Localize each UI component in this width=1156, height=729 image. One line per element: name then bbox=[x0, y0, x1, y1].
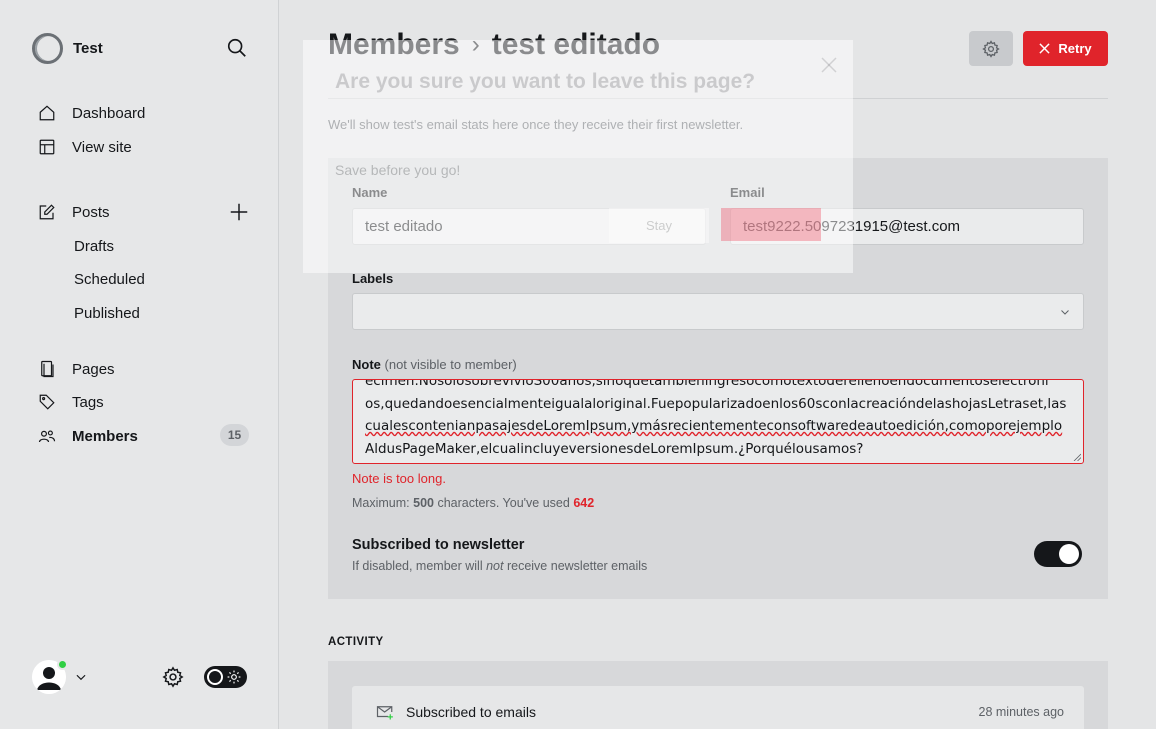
pencil-square-icon bbox=[39, 204, 55, 220]
sidebar-item-posts[interactable]: Posts bbox=[38, 199, 110, 225]
sidebar-item-label: Tags bbox=[72, 393, 104, 411]
online-status-dot bbox=[57, 659, 68, 670]
tag-icon bbox=[39, 394, 55, 410]
layout-icon bbox=[39, 139, 55, 155]
plus-icon[interactable] bbox=[228, 201, 250, 223]
resize-handle-icon[interactable] bbox=[1073, 453, 1081, 461]
sidebar-item-scheduled[interactable]: Scheduled bbox=[74, 267, 145, 291]
leave-page-modal: Are you sure you want to leave this page… bbox=[303, 40, 853, 273]
sidebar-item-label: View site bbox=[72, 138, 132, 156]
mail-plus-icon bbox=[376, 706, 393, 720]
gear-icon bbox=[982, 39, 1000, 58]
gear-icon[interactable] bbox=[162, 666, 184, 688]
note-label: Note (not visible to member) bbox=[352, 357, 517, 372]
sidebar-item-label: Members bbox=[72, 427, 138, 445]
sidebar-item-view-site[interactable]: View site bbox=[38, 134, 132, 160]
sidebar-item-tags[interactable]: Tags bbox=[38, 389, 104, 415]
note-textarea[interactable]: ecimen.NosolosobrevivióS00años,sinoqueta… bbox=[352, 379, 1084, 464]
sidebar-item-drafts[interactable]: Drafts bbox=[74, 234, 114, 258]
dark-mode-toggle[interactable] bbox=[204, 666, 247, 688]
newsletter-description: If disabled, member will not receive new… bbox=[352, 559, 647, 573]
pages-icon bbox=[41, 360, 54, 378]
chars-used: 642 bbox=[573, 496, 595, 510]
members-count-badge: 15 bbox=[220, 424, 249, 446]
sidebar-item-dashboard[interactable]: Dashboard bbox=[38, 100, 145, 126]
activity-time: 28 minutes ago bbox=[978, 705, 1064, 719]
sidebar-item-label: Posts bbox=[72, 203, 110, 221]
modal-title: Are you sure you want to leave this page… bbox=[335, 70, 756, 93]
sidebar-footer bbox=[32, 658, 252, 698]
retry-label: Retry bbox=[1058, 41, 1092, 56]
newsletter-toggle[interactable] bbox=[1034, 541, 1082, 567]
newsletter-title: Subscribed to newsletter bbox=[352, 537, 525, 553]
activity-label: Subscribed to emails bbox=[406, 704, 536, 720]
users-icon bbox=[38, 430, 56, 443]
note-hint: (not visible to member) bbox=[384, 357, 517, 372]
close-icon bbox=[1039, 43, 1050, 54]
max-mid: characters. You've used bbox=[437, 496, 570, 510]
site-logo bbox=[32, 33, 63, 64]
toggle-knob bbox=[207, 669, 223, 685]
sidebar-item-members[interactable]: Members bbox=[38, 423, 138, 449]
note-line: cualescontenianpasajesdeLoremIpsum,ymásr… bbox=[365, 418, 1063, 434]
modal-body: Save before you go! bbox=[335, 162, 461, 178]
sun-icon bbox=[227, 670, 241, 684]
activity-item: Subscribed to emails 28 minutes ago bbox=[352, 686, 1084, 729]
member-settings-button[interactable] bbox=[969, 31, 1013, 66]
newsletter-desc-post: receive newsletter emails bbox=[506, 559, 648, 573]
note-line: ecimen.NosolosobrevivióS00años,sinoqueta… bbox=[365, 379, 1049, 389]
home-icon bbox=[39, 105, 55, 121]
sidebar: Test Dashboard View site Posts Drafts Sc… bbox=[0, 0, 279, 729]
sidebar-item-label: Dashboard bbox=[72, 104, 146, 122]
newsletter-desc-pre: If disabled, member will bbox=[352, 559, 483, 573]
activity-heading: ACTIVITY bbox=[328, 636, 384, 648]
note-error: Note is too long. bbox=[352, 471, 446, 486]
retry-button[interactable]: Retry bbox=[1023, 31, 1108, 66]
close-icon[interactable] bbox=[820, 56, 838, 74]
sidebar-item-label: Pages bbox=[72, 360, 115, 378]
note-line: os,quedandoesencialmenteigualaloriginal.… bbox=[365, 395, 1067, 412]
max-limit: 500 bbox=[413, 496, 434, 510]
note-line: AldusPageMaker,elcualincluyeversionesdeL… bbox=[365, 440, 864, 457]
activity-card: Subscribed to emails 28 minutes ago bbox=[328, 661, 1108, 729]
note-label-text: Note bbox=[352, 357, 381, 372]
toggle-knob bbox=[1059, 544, 1079, 564]
labels-select[interactable] bbox=[352, 293, 1084, 330]
labels-label: Labels bbox=[352, 271, 394, 286]
brand[interactable]: Test bbox=[32, 33, 103, 64]
chevron-down-icon bbox=[1061, 310, 1069, 315]
stay-button[interactable]: Stay bbox=[609, 208, 709, 243]
sidebar-item-published[interactable]: Published bbox=[74, 301, 140, 325]
chevron-down-icon[interactable] bbox=[74, 670, 88, 684]
leave-button[interactable] bbox=[721, 208, 821, 241]
note-character-count: Maximum: 500 characters. You've used 642 bbox=[352, 496, 594, 510]
note-text: ecimen.NosolosobrevivióS00años,sinoqueta… bbox=[365, 379, 1075, 460]
newsletter-desc-em: not bbox=[486, 559, 504, 573]
site-name: Test bbox=[73, 40, 103, 57]
max-prefix: Maximum: bbox=[352, 496, 410, 510]
sidebar-item-pages[interactable]: Pages bbox=[38, 356, 115, 382]
search-icon[interactable] bbox=[226, 37, 248, 59]
